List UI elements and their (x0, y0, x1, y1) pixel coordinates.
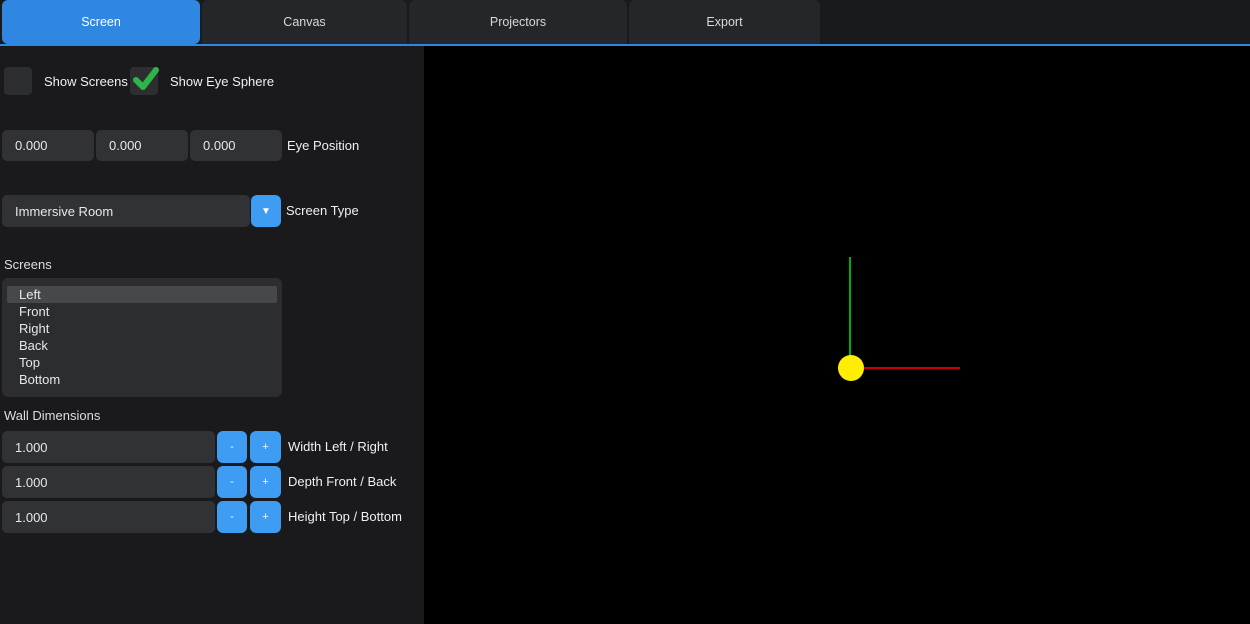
tab-bar: Screen Canvas Projectors Export (0, 0, 1250, 44)
settings-panel: Show Screens Show Eye Sphere Eye Positio… (0, 46, 424, 624)
viewport-3d[interactable] (424, 46, 1250, 624)
list-item-bottom[interactable]: Bottom (7, 371, 277, 388)
eye-position-z-input[interactable] (190, 130, 282, 161)
show-eye-sphere-label: Show Eye Sphere (170, 74, 274, 90)
height-label: Height Top / Bottom (288, 509, 402, 525)
origin-sphere (838, 355, 864, 381)
depth-increment-button[interactable]: + (250, 466, 281, 498)
tab-export[interactable]: Export (629, 0, 820, 44)
list-item-back[interactable]: Back (7, 337, 277, 354)
show-eye-sphere-checkbox[interactable] (130, 67, 158, 95)
chevron-down-icon: ▼ (261, 206, 271, 217)
height-increment-button[interactable]: + (250, 501, 281, 533)
eye-position-label: Eye Position (287, 138, 359, 154)
width-input[interactable] (2, 431, 215, 463)
x-axis-line (851, 367, 960, 369)
show-screens-label: Show Screens (44, 74, 128, 90)
screens-list: Left Front Right Back Top Bottom (2, 278, 282, 397)
screen-type-label: Screen Type (286, 203, 359, 219)
tab-screen[interactable]: Screen (2, 0, 200, 44)
eye-position-x-input[interactable] (2, 130, 94, 161)
height-input[interactable] (2, 501, 215, 533)
screen-type-value[interactable]: Immersive Room (2, 195, 250, 227)
y-axis-line (849, 257, 851, 368)
list-item-top[interactable]: Top (7, 354, 277, 371)
width-label: Width Left / Right (288, 439, 388, 455)
wall-dimensions-section-label: Wall Dimensions (4, 409, 100, 423)
eye-position-y-input[interactable] (96, 130, 188, 161)
width-increment-button[interactable]: + (250, 431, 281, 463)
width-decrement-button[interactable]: - (217, 431, 247, 463)
tab-projectors[interactable]: Projectors (409, 0, 627, 44)
list-item-front[interactable]: Front (7, 303, 277, 320)
tab-canvas[interactable]: Canvas (202, 0, 407, 44)
depth-decrement-button[interactable]: - (217, 466, 247, 498)
screen-type-dropdown-button[interactable]: ▼ (251, 195, 281, 227)
height-decrement-button[interactable]: - (217, 501, 247, 533)
screens-section-label: Screens (4, 258, 52, 272)
depth-input[interactable] (2, 466, 215, 498)
depth-label: Depth Front / Back (288, 474, 396, 490)
show-screens-checkbox[interactable] (4, 67, 32, 95)
list-item-left[interactable]: Left (7, 286, 277, 303)
list-item-right[interactable]: Right (7, 320, 277, 337)
